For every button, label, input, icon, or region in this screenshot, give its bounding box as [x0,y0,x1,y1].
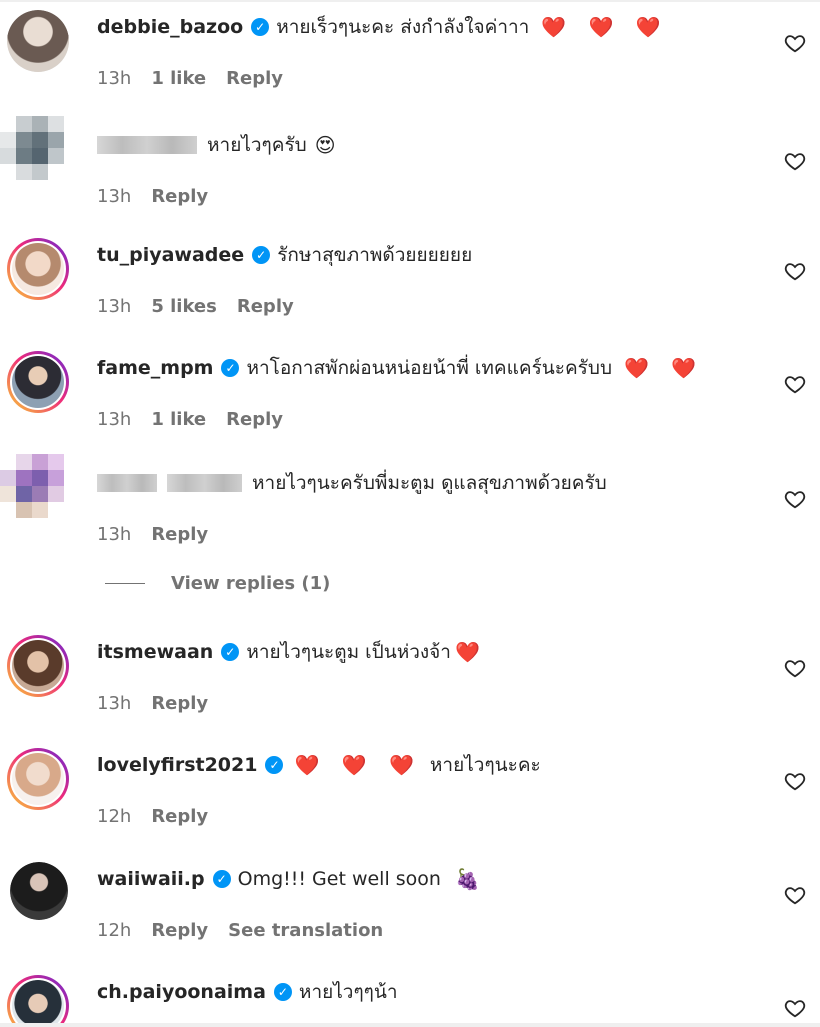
heart-outline-icon[interactable] [784,997,806,1019]
avatar[interactable] [7,238,69,300]
blurred-username [97,474,157,492]
heart-outline-icon[interactable] [784,488,806,510]
heart-emoji-icon: ❤️ [454,640,488,664]
reply-button[interactable]: Reply [151,186,208,207]
comment-meta: 12h Reply [97,806,208,827]
username[interactable]: waiiwaii.p [97,868,205,890]
comment-meta: 12h Reply See translation [97,920,383,941]
blurred-username [167,474,242,492]
comment-line: lovelyfirst2021 ✓ ❤️ ❤️ ❤️ หายไวๆนะคะ [97,748,541,782]
heart-outline-icon[interactable] [784,884,806,906]
verified-badge-icon: ✓ [273,983,292,1001]
blurred-username [97,136,197,154]
comment-meta: 13h Reply [97,524,208,545]
avatar[interactable] [7,975,69,1023]
username[interactable]: fame_mpm [97,357,213,379]
username[interactable]: lovelyfirst2021 [97,754,257,776]
comment-line: itsmewaan ✓ หายไวๆนะตูม เป็นห่วงจ้า ❤️ [97,635,488,669]
timestamp[interactable]: 13h [97,186,131,207]
avatar[interactable] [7,635,69,697]
reply-button[interactable]: Reply [151,920,208,941]
heart-outline-icon[interactable] [784,150,806,172]
comment-line: หายไวๆนะครับพี่มะตูม ดูแลสุขภาพด้วยครับ [97,466,607,500]
see-translation-button[interactable]: See translation [228,920,383,941]
likes-count[interactable]: 5 likes [151,296,217,317]
comment-meta: 13h 5 likes Reply [97,296,294,317]
heart-emoji-icon: ❤️ ❤️ [624,356,705,380]
comment-text: หายเร็วๆนะคะ ส่งกำลังใจค่าาา [276,16,530,38]
timestamp[interactable]: 13h [97,296,131,317]
comment-text: รักษาสุขภาพด้วยยยยยย [277,244,473,266]
avatar[interactable] [0,116,80,196]
comment-text: หายไวๆๆน้า [298,981,398,1003]
comment-text: Omg!!! Get well soon [237,868,441,890]
view-replies-button[interactable]: View replies (1) [105,573,330,594]
comment-line: waiiwaii.p ✓ Omg!!! Get well soon 🍇 [97,862,480,896]
heart-outline-icon[interactable] [784,373,806,395]
comment-meta: 13h Reply [97,693,208,714]
avatar[interactable] [7,10,69,72]
comment-meta: 13h Reply [97,186,208,207]
timestamp[interactable]: 13h [97,409,131,430]
reply-button[interactable]: Reply [237,296,294,317]
replies-dash [105,582,145,585]
view-replies-label: View replies (1) [171,573,331,594]
heart-outline-icon[interactable] [784,260,806,282]
avatar[interactable] [7,748,69,810]
comment-text: หายไวๆนะครับพี่มะตูม ดูแลสุขภาพด้วยครับ [252,472,607,494]
comment-item: ch.paiyoonaima ✓ หายไวๆๆน้า [0,975,820,1023]
likes-count[interactable]: 1 like [151,409,206,430]
comment-line: หายไวๆครับ 😍 [97,128,336,162]
comment-meta: 13h 1 like Reply [97,409,283,430]
comment-text: หายไวๆนะคะ [429,754,541,776]
comment-meta: 13h 1 like Reply [97,68,283,89]
username[interactable]: debbie_bazoo [97,16,243,38]
reply-button[interactable]: Reply [226,68,283,89]
comment-line: fame_mpm ✓ หาโอกาสพักผ่อนหน่อยน้าพี่ เทค… [97,351,704,385]
avatar[interactable] [0,454,80,534]
timestamp[interactable]: 13h [97,68,131,89]
comment-text: หายไวๆครับ [207,134,307,156]
verified-badge-icon: ✓ [265,756,284,774]
username[interactable]: tu_piyawadee [97,244,244,266]
top-divider [0,0,820,2]
timestamp[interactable]: 13h [97,693,131,714]
heart-outline-icon[interactable] [784,770,806,792]
grapes-emoji-icon: 🍇 [454,867,480,891]
comment-line: debbie_bazoo ✓ หายเร็วๆนะคะ ส่งกำลังใจค่… [97,10,669,44]
timestamp[interactable]: 12h [97,806,131,827]
comment-text: หายไวๆนะตูม เป็นห่วงจ้า [246,641,451,663]
heart-outline-icon[interactable] [784,657,806,679]
timestamp[interactable]: 13h [97,524,131,545]
comment-line: tu_piyawadee ✓ รักษาสุขภาพด้วยยยยยย [97,238,472,272]
comment-text: หาโอกาสพักผ่อนหน่อยน้าพี่ เทคแคร์นะครับบ [246,357,613,379]
reply-button[interactable]: Reply [151,524,208,545]
heart-eyes-emoji-icon: 😍 [314,133,336,157]
verified-badge-icon: ✓ [212,870,231,888]
verified-badge-icon: ✓ [252,246,271,264]
comment-line: ch.paiyoonaima ✓ หายไวๆๆน้า [97,975,398,1009]
reply-button[interactable]: Reply [151,693,208,714]
heart-emoji-icon: ❤️ ❤️ ❤️ [294,753,422,777]
avatar[interactable] [7,351,69,413]
timestamp[interactable]: 12h [97,920,131,941]
verified-badge-icon: ✓ [251,18,270,36]
bottom-divider [0,1023,820,1027]
heart-outline-icon[interactable] [784,32,806,54]
likes-count[interactable]: 1 like [151,68,206,89]
reply-button[interactable]: Reply [226,409,283,430]
username[interactable]: ch.paiyoonaima [97,981,266,1003]
reply-button[interactable]: Reply [151,806,208,827]
verified-badge-icon: ✓ [221,359,240,377]
avatar[interactable] [10,862,68,920]
heart-emoji-icon: ❤️ ❤️ ❤️ [541,15,669,39]
verified-badge-icon: ✓ [221,643,240,661]
username[interactable]: itsmewaan [97,641,213,663]
